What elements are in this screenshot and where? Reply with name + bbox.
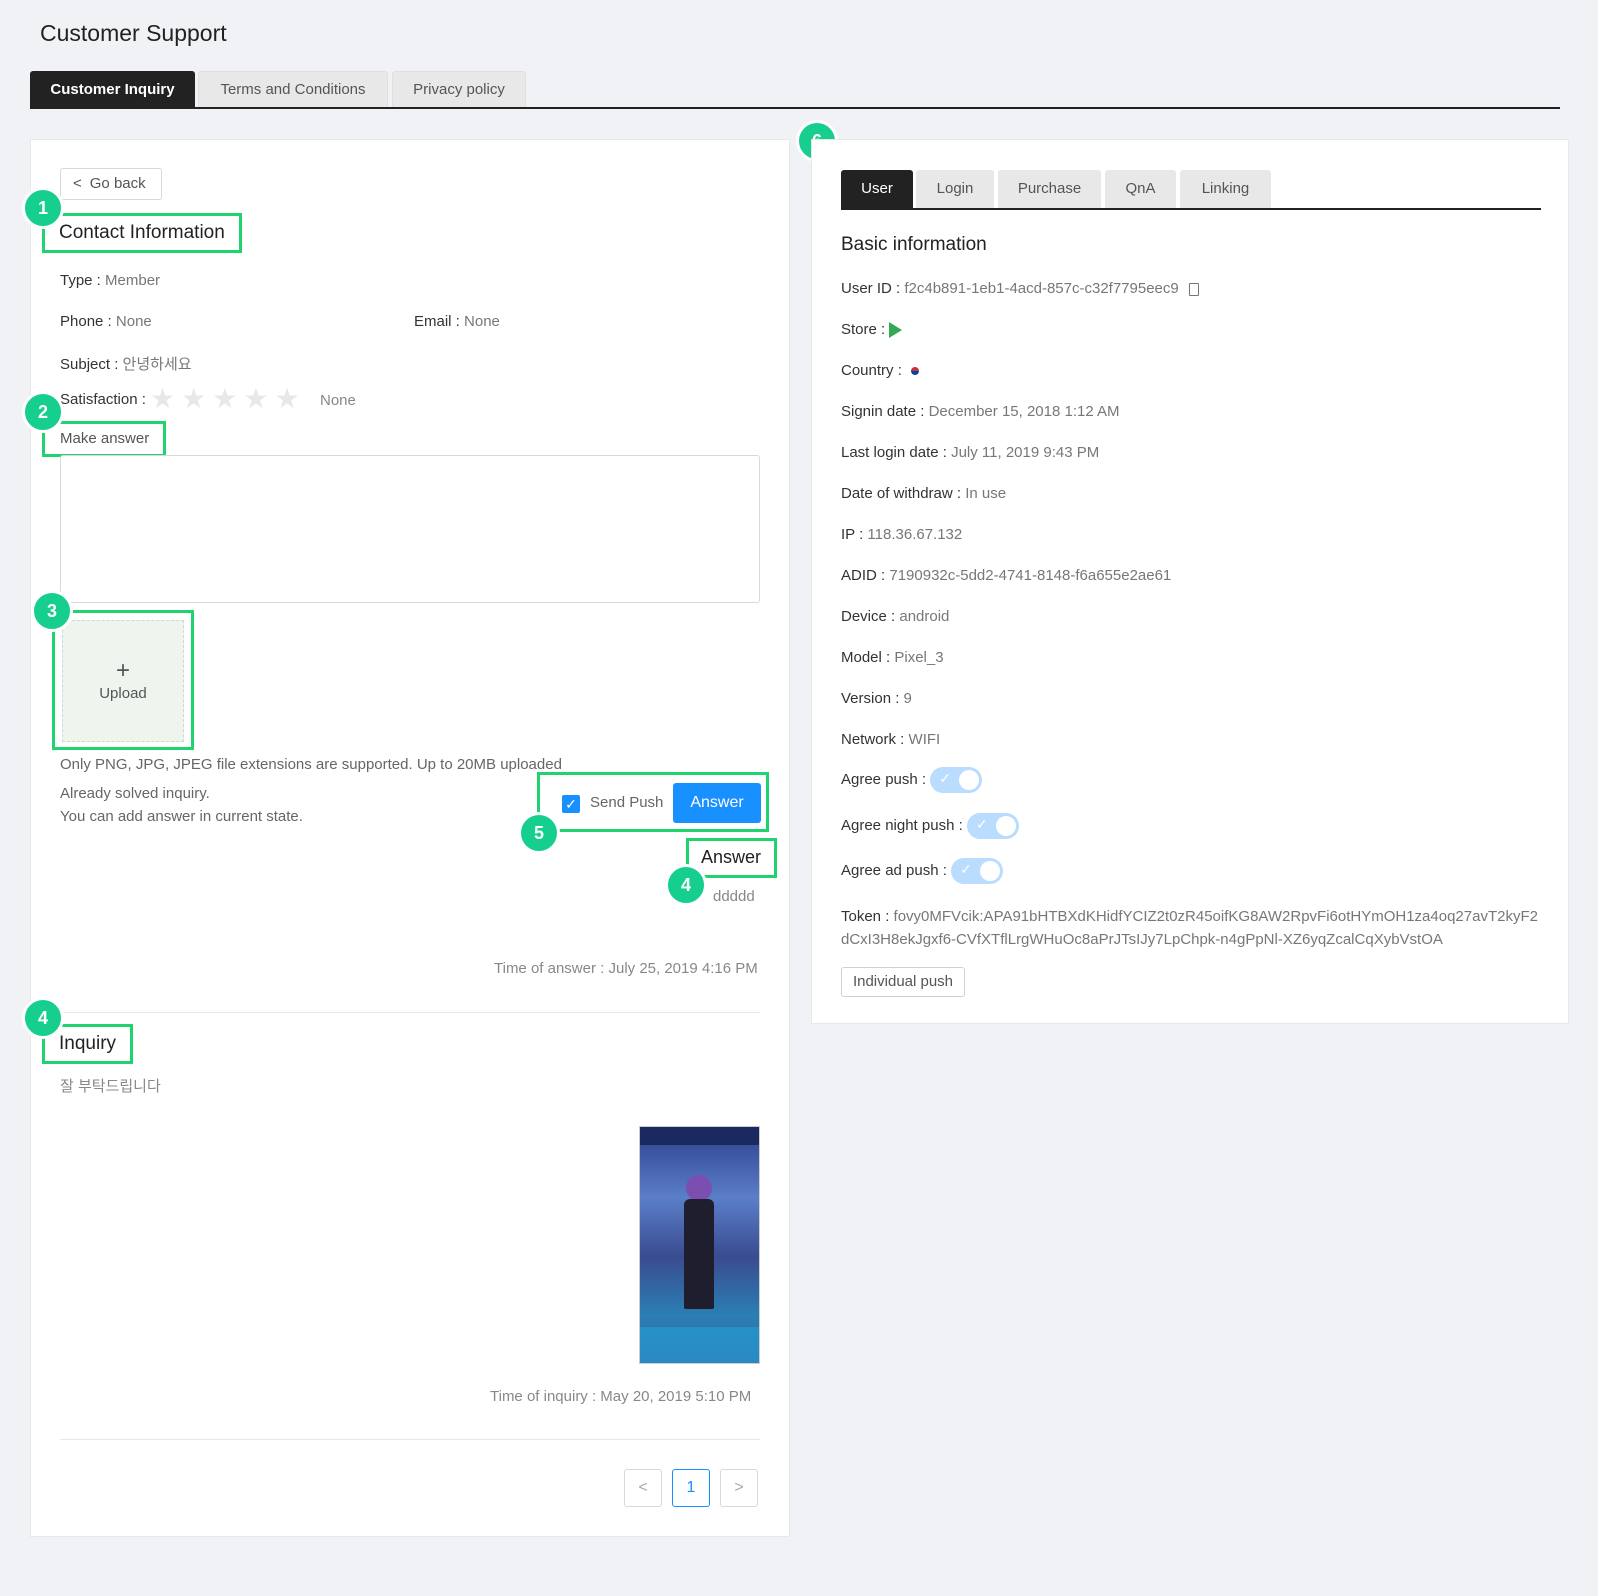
send-push-highlight: ✓ Send Push Answer — [537, 772, 769, 832]
step-badge: 4 — [22, 997, 64, 1039]
token-row-cont: dCxI3H8ekJgxf6-CVfXTflLrgWHuOc8aPrJTsIJy… — [841, 931, 1443, 948]
solved-notice-2: You can add answer in current state. — [60, 808, 303, 825]
divider — [60, 1439, 760, 1440]
satisfaction-value: None — [320, 392, 356, 409]
send-push-label: Send Push — [590, 794, 664, 811]
tab-login[interactable]: Login — [916, 170, 994, 208]
tab-purchase[interactable]: Purchase — [998, 170, 1101, 208]
last-login-row: Last login date : July 11, 2019 9:43 PM — [841, 444, 1100, 461]
divider — [60, 1012, 760, 1013]
tab-linking[interactable]: Linking — [1180, 170, 1271, 208]
upload-highlight: + Upload — [52, 610, 194, 750]
user-tabs: User Login Purchase QnA Linking — [841, 170, 1541, 210]
star-icon[interactable]: ★ — [181, 383, 206, 414]
withdraw-row: Date of withdraw : In use — [841, 485, 1007, 502]
solved-notice-1: Already solved inquiry. — [60, 785, 210, 802]
subject-row: Subject : 안녕하세요 — [60, 356, 192, 373]
plus-icon: + — [115, 657, 130, 684]
chevron-left-icon: < — [73, 175, 82, 192]
contact-info-title: Contact Information — [59, 222, 225, 243]
tab-qna[interactable]: QnA — [1105, 170, 1176, 208]
copy-icon[interactable] — [1188, 282, 1199, 296]
make-answer-label: Make answer — [60, 430, 150, 447]
network-row: Network : WIFI — [841, 731, 941, 748]
answer-textarea[interactable] — [60, 455, 760, 603]
tab-customer-inquiry[interactable]: Customer Inquiry — [30, 71, 195, 107]
check-icon: ✓ — [939, 770, 951, 786]
answer-button[interactable]: Answer — [673, 783, 761, 823]
check-icon: ✓ — [960, 861, 972, 877]
google-play-icon — [889, 322, 903, 339]
check-icon: ✓ — [975, 816, 988, 832]
upload-button[interactable]: + Upload — [62, 620, 184, 742]
go-back-button[interactable]: < Go back — [60, 168, 162, 200]
agree-ad-push-row: Agree ad push : ✓ — [841, 858, 1004, 884]
answer-time: Time of answer : July 25, 2019 4:16 PM — [494, 960, 758, 977]
pagination-page[interactable]: 1 — [672, 1469, 710, 1507]
page-title: Customer Support — [40, 20, 227, 46]
agree-push-row: Agree push : ✓ — [841, 767, 983, 793]
signin-row: Signin date : December 15, 2018 1:12 AM — [841, 403, 1120, 420]
star-icon[interactable]: ★ — [274, 383, 299, 414]
pagination-prev[interactable]: < — [624, 1469, 662, 1507]
answer-text: ddddd — [713, 888, 755, 905]
ip-row: IP : 118.36.67.132 — [841, 526, 963, 543]
step-badge: 1 — [22, 187, 64, 229]
korea-flag-icon — [906, 364, 925, 379]
type-row: Type : Member — [60, 272, 161, 289]
tab-user[interactable]: User — [841, 170, 913, 208]
tab-terms[interactable]: Terms and Conditions — [198, 71, 388, 107]
star-icon[interactable]: ★ — [150, 383, 175, 414]
agree-night-push-toggle[interactable]: ✓ — [966, 813, 1019, 839]
star-icon[interactable]: ★ — [243, 383, 268, 414]
agree-night-push-row: Agree night push : ✓ — [841, 813, 1019, 839]
star-icon[interactable]: ★ — [212, 383, 237, 414]
agree-ad-push-toggle[interactable]: ✓ — [951, 858, 1004, 884]
pagination-next[interactable]: > — [720, 1469, 758, 1507]
step-badge: 2 — [22, 391, 64, 433]
step-badge: 4 — [665, 864, 707, 906]
device-row: Device : android — [841, 608, 950, 625]
tab-privacy[interactable]: Privacy policy — [392, 71, 526, 107]
individual-push-button[interactable]: Individual push — [841, 967, 965, 997]
step-badge: 3 — [31, 590, 73, 632]
satisfaction-stars[interactable]: ★ ★ ★ ★ ★ — [150, 385, 300, 413]
satisfaction-row: Satisfaction : — [60, 391, 146, 408]
model-row: Model : Pixel_3 — [841, 649, 944, 666]
token-row: Token : fovy0MFVcik:APA91bHTBXdKHidfYCIZ… — [841, 908, 1538, 925]
basic-info-title: Basic information — [841, 234, 987, 255]
adid-row: ADID : 7190932c-5dd2-4741-8148-f6a655e2a… — [841, 567, 1172, 584]
country-row: Country : — [841, 362, 925, 379]
upload-note: Only PNG, JPG, JPEG file extensions are … — [60, 756, 562, 773]
inquiry-attachment-image[interactable] — [639, 1126, 760, 1364]
step-badge: 5 — [518, 812, 560, 854]
answer-title: Answer — [701, 847, 762, 867]
phone-row: Phone : None — [60, 313, 152, 330]
send-push-checkbox[interactable]: ✓ — [562, 795, 580, 813]
email-row: Email : None — [414, 313, 500, 330]
inquiry-text: 잘 부탁드립니다 — [60, 1078, 161, 1095]
version-row: Version : 9 — [841, 690, 912, 707]
agree-push-toggle[interactable]: ✓ — [930, 767, 983, 793]
main-tabs: Customer Inquiry Terms and Conditions Pr… — [30, 71, 1560, 109]
inquiry-time: Time of inquiry : May 20, 2019 5:10 PM — [490, 1388, 752, 1405]
user-id-row: User ID : f2c4b891-1eb1-4acd-857c-c32f77… — [841, 280, 1199, 297]
store-row: Store : — [841, 321, 903, 339]
contact-info-highlight: Contact Information — [42, 213, 242, 253]
make-answer-highlight: Make answer — [42, 421, 166, 457]
